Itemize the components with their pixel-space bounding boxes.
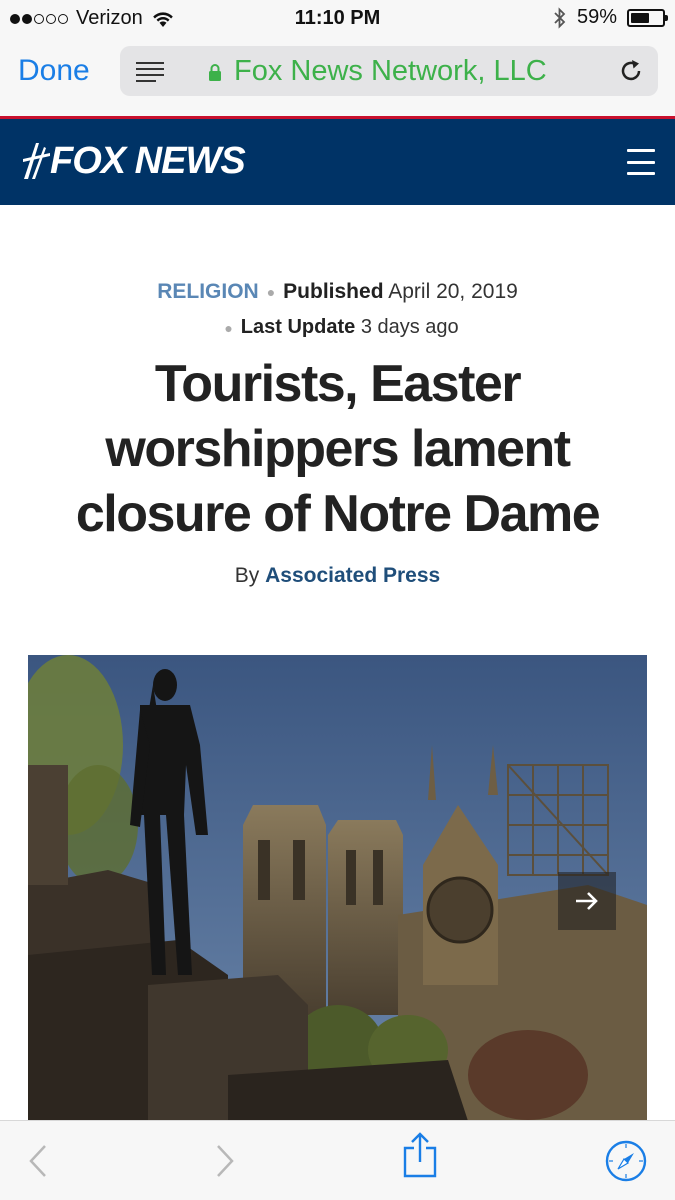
share-icon [403, 1132, 437, 1178]
author-link[interactable]: Associated Press [265, 564, 440, 587]
category-link[interactable]: RELIGION [157, 280, 259, 303]
published-date: April 20, 2019 [388, 280, 518, 303]
chevron-right-icon [217, 1145, 234, 1177]
logo-searchlight-icon [23, 143, 50, 179]
battery-percent: 59% [576, 6, 617, 28]
open-in-safari-button[interactable] [604, 1139, 648, 1183]
bullet-separator: ● [224, 319, 233, 336]
browser-toolbar [0, 1120, 675, 1200]
article-meta: RELIGION ● Published April 20, 2019 [0, 280, 675, 304]
logo-text: FOX NEWS [50, 139, 246, 182]
byline: By Associated Press [0, 564, 675, 588]
article-photo[interactable] [28, 655, 647, 1121]
site-name: Fox News Network, LLC [234, 55, 547, 87]
published-label: Published [283, 280, 384, 303]
reader-view-icon[interactable] [136, 61, 164, 83]
arrow-right-icon [576, 892, 598, 910]
bluetooth-icon [554, 6, 566, 29]
hamburger-menu-icon[interactable] [627, 149, 655, 175]
byline-prefix: By [234, 564, 260, 587]
battery-fill [631, 12, 649, 23]
back-button[interactable] [16, 1139, 60, 1183]
gallery-next-button[interactable] [558, 872, 616, 930]
status-right: 59% [553, 6, 668, 29]
compass-icon [605, 1140, 647, 1182]
status-bar: Verizon 11:10 PM 59% [0, 0, 675, 38]
browser-bar: Done Fox News Network, LLC [0, 38, 675, 116]
address-bar[interactable]: Fox News Network, LLC [120, 46, 658, 96]
bullet-separator: ● [266, 284, 276, 301]
fox-news-logo[interactable]: FOX NEWS [22, 139, 246, 183]
forward-button[interactable] [203, 1139, 247, 1183]
updated-value: 3 days ago [360, 316, 459, 338]
site-header: FOX NEWS [0, 119, 675, 205]
url-display[interactable]: Fox News Network, LLC [208, 55, 547, 88]
updated-label: Last Update [240, 316, 356, 338]
lock-icon [209, 63, 221, 81]
done-button[interactable]: Done [18, 54, 90, 88]
article-headline: Tourists, Easter worshippers lament clos… [75, 355, 601, 543]
reload-icon[interactable] [618, 58, 644, 84]
chevron-left-icon [29, 1145, 46, 1177]
share-button[interactable] [398, 1132, 442, 1178]
battery-icon [627, 8, 668, 27]
article-update-meta: ● Last Update 3 days ago [0, 316, 675, 339]
